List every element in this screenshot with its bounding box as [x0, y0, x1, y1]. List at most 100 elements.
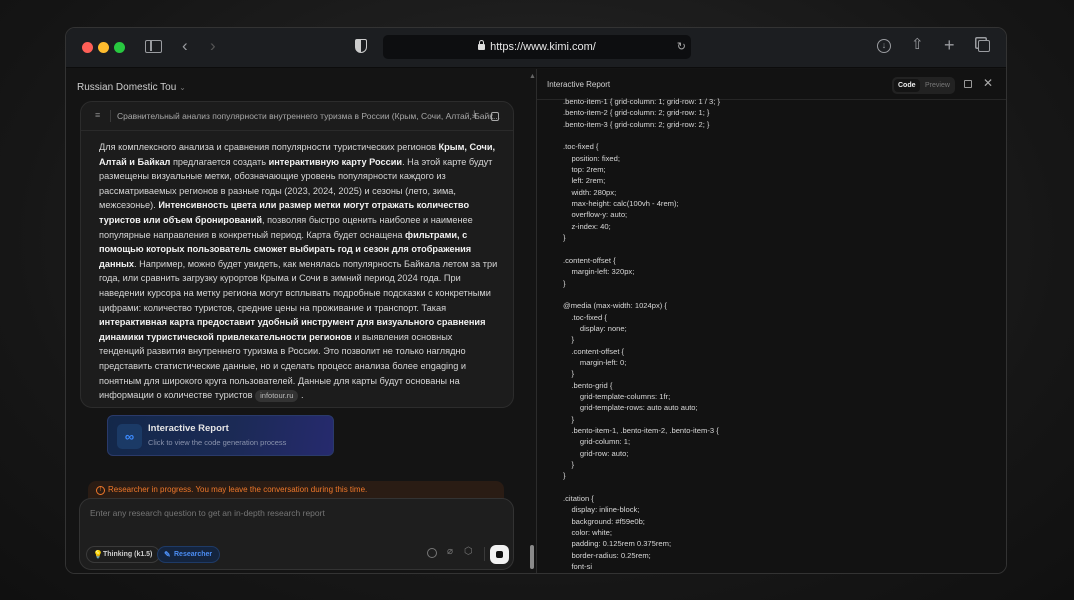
researcher-toggle[interactable]: ✎ Researcher: [157, 546, 221, 563]
code-line: grid-column: 1;: [563, 437, 631, 447]
code-line: display: none;: [563, 323, 627, 333]
bold-text: интерактивную карту России: [268, 156, 403, 167]
status-text: Researcher in progress. You may leave th…: [108, 485, 368, 494]
code-line: grid-row: auto;: [563, 448, 629, 458]
message-header: ≡ Сравнительный анализ популярности внут…: [81, 102, 513, 131]
thinking-label: Thinking (k1.5): [103, 551, 153, 558]
code-line: font-si: [563, 562, 593, 572]
code-line: }: [563, 414, 574, 424]
copy-icon[interactable]: [491, 112, 499, 121]
conversation-title-dropdown[interactable]: Russian Domestic Tou ⌄: [77, 82, 186, 93]
share-icon[interactable]: ⇧: [911, 37, 924, 53]
research-input-box: 💡Thinking (k1.5) ✎Researcher ⌀ ⬡: [79, 498, 514, 570]
download-icon[interactable]: ⤓: [472, 109, 476, 120]
copy-icon[interactable]: [964, 80, 972, 88]
text-segment: . Например, можно будет увидеть, как мен…: [99, 258, 498, 313]
reload-icon[interactable]: ↻: [677, 35, 686, 59]
code-line: .bento-item-1, .bento-item-2, .bento-ite…: [563, 425, 719, 435]
divider: [484, 547, 485, 561]
code-line: .content-offset {: [563, 255, 616, 265]
download-icon[interactable]: ↓: [877, 39, 891, 53]
report-card-title: Interactive Report: [148, 423, 229, 434]
address-bar[interactable]: https://www.kimi.com/ ↻: [383, 35, 691, 59]
browser-toolbar: ‹ › https://www.kimi.com/ ↻ ↓ ⇧ +: [66, 28, 1006, 68]
code-line: }: [563, 335, 574, 345]
scroll-up-arrow[interactable]: ▲: [529, 73, 536, 80]
interactive-report-card[interactable]: ∞ Interactive Report Click to view the c…: [107, 415, 334, 456]
tab-preview[interactable]: Preview: [921, 79, 954, 92]
browser-window: ‹ › https://www.kimi.com/ ↻ ↓ ⇧ + Russia…: [65, 27, 1007, 574]
code-line: position: fixed;: [563, 153, 620, 163]
code-view: .bento-item-1 { grid-column: 1; grid-row…: [563, 96, 720, 572]
close-window-button[interactable]: [82, 42, 93, 53]
code-line: width: 280px;: [563, 187, 617, 197]
code-line: .bento-grid {: [563, 380, 613, 390]
minimize-window-button[interactable]: [98, 42, 109, 53]
tab-code[interactable]: Code: [894, 79, 920, 92]
code-line: }: [563, 460, 574, 469]
divider: [110, 110, 111, 122]
message-body: Для комплексного анализа и сравнения поп…: [99, 140, 499, 403]
report-panel: Interactive Report Code Preview ✕ .bento…: [537, 69, 1006, 573]
code-line: padding: 0.125rem 0.375rem;: [563, 539, 672, 549]
shield-icon[interactable]: [355, 39, 367, 53]
info-icon: !: [96, 486, 105, 495]
code-line: .bento-item-1 { grid-column: 1; grid-row…: [563, 97, 721, 106]
link-icon: ∞: [117, 424, 142, 449]
url-text: https://www.kimi.com/: [490, 41, 596, 53]
code-line: max-height: calc(100vh - 4rem);: [563, 199, 679, 209]
code-line: left: 2rem;: [563, 176, 606, 186]
cube-icon[interactable]: ⬡: [464, 546, 473, 557]
code-line: margin-left: 320px;: [563, 267, 635, 277]
code-line: grid-template-rows: auto auto auto;: [563, 403, 698, 413]
chat-panel: Russian Domestic Tou ⌄ ▲ ≡ Сравнительный…: [66, 69, 536, 573]
sidebar-toggle-icon[interactable]: [145, 40, 162, 53]
close-icon[interactable]: ✕: [983, 76, 993, 90]
code-line: .citation {: [563, 494, 594, 504]
code-line: .bento-item-3 { grid-column: 2; grid-row…: [563, 119, 710, 129]
code-line: }: [563, 278, 566, 288]
text-segment: предлагается создать: [170, 156, 269, 167]
outline-icon[interactable]: ≡: [95, 110, 100, 120]
text-segment: .: [298, 390, 304, 401]
code-line: top: 2rem;: [563, 165, 606, 175]
lock-icon: [478, 40, 486, 50]
back-icon[interactable]: ‹: [182, 37, 188, 54]
tab-overview-icon[interactable]: [978, 40, 990, 52]
new-tab-icon[interactable]: +: [944, 36, 955, 54]
code-line: .bento-item-2 { grid-column: 2; grid-row…: [563, 108, 710, 118]
paperclip-icon[interactable]: ⌀: [447, 546, 453, 557]
code-line: display: inline-block;: [563, 505, 640, 515]
code-line: color: white;: [563, 528, 612, 538]
researcher-icon: ✎: [164, 550, 171, 559]
code-line: background: #f59e0b;: [563, 516, 645, 526]
code-line: margin-left: 0;: [563, 357, 627, 367]
code-line: .content-offset {: [563, 346, 625, 356]
code-line: z-index: 40;: [563, 221, 611, 231]
view-toggle: Code Preview: [892, 77, 955, 94]
code-line: grid-template-columns: 1fr;: [563, 391, 671, 401]
citation-badge[interactable]: infotour.ru: [255, 390, 299, 403]
report-card-subtitle: Click to view the code generation proces…: [148, 438, 287, 447]
code-line: .toc-fixed {: [563, 142, 599, 152]
thinking-toggle[interactable]: 💡 Thinking (k1.5): [86, 546, 161, 563]
stop-button[interactable]: [490, 545, 509, 564]
code-line: overflow-y: auto;: [563, 210, 628, 220]
report-panel-title: Interactive Report: [547, 80, 611, 89]
code-line: .toc-fixed {: [563, 312, 607, 322]
code-line: @media (max-width: 1024px) {: [563, 301, 667, 311]
forward-icon[interactable]: ›: [210, 37, 216, 54]
maximize-window-button[interactable]: [114, 42, 125, 53]
globe-icon[interactable]: [427, 548, 437, 558]
text-segment: Для комплексного анализа и сравнения поп…: [99, 142, 439, 152]
research-question-input[interactable]: [90, 508, 490, 518]
assistant-message: ≡ Сравнительный анализ популярности внут…: [80, 101, 514, 408]
researcher-label: Researcher: [174, 551, 213, 558]
chat-scrollbar[interactable]: [530, 545, 534, 569]
code-line: }: [563, 471, 566, 481]
code-line: border-radius: 0.25rem;: [563, 550, 651, 560]
